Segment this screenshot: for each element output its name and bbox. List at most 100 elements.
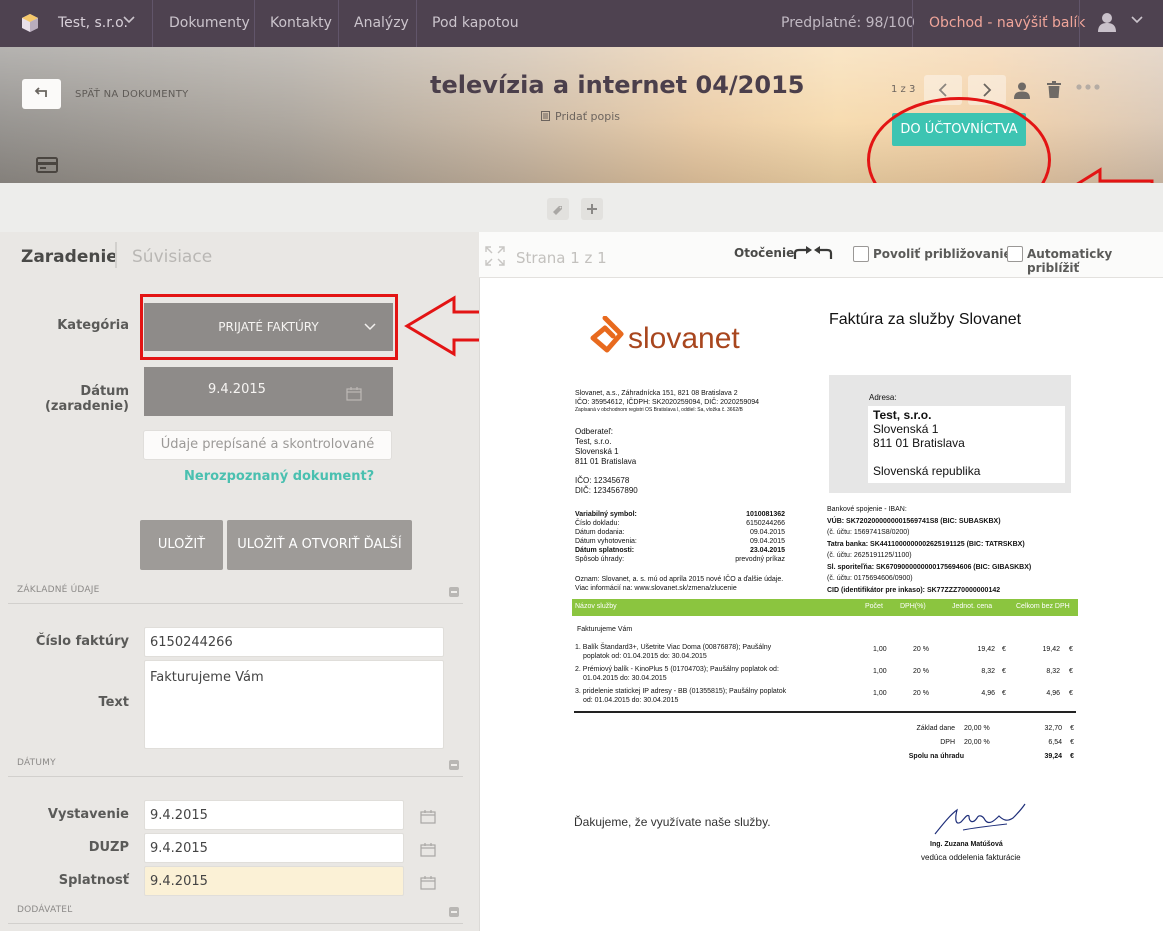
trash-icon[interactable]	[1046, 80, 1062, 99]
date-field[interactable]: 9.4.2015	[144, 367, 393, 416]
meta-value: 23.04.2015	[749, 547, 785, 554]
allow-zoom-label[interactable]: Povoliť približovanie	[873, 247, 1012, 261]
item-currency: €	[1069, 668, 1073, 675]
collapse-icon[interactable]	[449, 587, 459, 597]
customer-line: 811 01 Bratislava	[575, 457, 637, 466]
address-line: Slovenská republika	[873, 464, 981, 478]
section-dates-header[interactable]: DÁTUMY	[8, 755, 463, 777]
total-label: Základ dane	[916, 725, 955, 732]
add-tag-button[interactable]	[581, 198, 603, 220]
fullscreen-icon[interactable]	[485, 246, 505, 266]
back-button[interactable]	[22, 79, 61, 109]
calendar-icon[interactable]	[420, 810, 436, 824]
section-title: DODÁVATEĽ	[17, 905, 73, 915]
item-name: 01.04.2015 do: 30.04.2015	[583, 675, 667, 682]
item-row: 3. pridelenie statickej IP adresy - BB (…	[575, 687, 1075, 705]
invoice-number-input[interactable]: 6150244266	[144, 627, 444, 657]
tab-zaradenie[interactable]: Zaradenie	[21, 247, 118, 267]
meta-value: 6150244266	[746, 520, 785, 527]
item-total: 4,96	[1046, 690, 1060, 697]
meta-value: prevodný príkaz	[735, 556, 785, 563]
item-currency: €	[1002, 668, 1006, 675]
totals-block: Základ dane 20,00 % 32,70 € DPH 20,00 % …	[900, 724, 1076, 766]
top-navigation: Test, s.r.o. Dokumenty Kontakty Analýzy …	[0, 0, 1163, 47]
item-total: 8,32	[1046, 668, 1060, 675]
collapse-icon[interactable]	[449, 760, 459, 770]
item-name: od: 01.04.2015 do: 30.04.2015	[583, 697, 679, 704]
duzp-date-input[interactable]: 9.4.2015	[144, 833, 404, 863]
payment-card-icon[interactable]	[36, 157, 58, 173]
nav-kontakty[interactable]: Kontakty	[270, 15, 332, 31]
customer-ico: IČO: 12345678	[575, 476, 630, 485]
rotation-label: Otočenie	[734, 246, 795, 260]
duzp-label: DUZP	[88, 840, 129, 855]
rotate-left-icon[interactable]	[813, 245, 833, 261]
meta-row: Dátum dodania: 09.04.2015	[575, 528, 785, 537]
column-header: Počet	[865, 603, 883, 610]
issued-date-input[interactable]: 9.4.2015	[144, 800, 404, 830]
item-name: 3. pridelenie statickej IP adresy - BB (…	[575, 688, 787, 695]
nav-divider	[152, 0, 153, 47]
add-description-link[interactable]: Pridať popis	[541, 110, 620, 123]
date-value: 9.4.2015	[208, 382, 266, 397]
save-button[interactable]: ULOŽIŤ	[140, 520, 223, 570]
unrecognized-document-link[interactable]: Nerozpoznaný dokument?	[184, 469, 374, 484]
auto-zoom-label[interactable]: Automaticky priblížiť	[1027, 247, 1163, 275]
assign-person-icon[interactable]	[1013, 81, 1031, 99]
slovanet-logo-text: slovanet	[628, 322, 740, 355]
bank-line: (č. účtu: 1569741S8/0200)	[827, 529, 910, 536]
due-date-label: Splatnosť	[58, 873, 129, 888]
rotate-right-icon[interactable]	[793, 245, 813, 261]
due-date-value: 9.4.2015	[150, 874, 208, 889]
collapse-icon[interactable]	[449, 907, 459, 917]
category-label: Kategória	[57, 318, 129, 333]
total-rate: 20,00 %	[964, 725, 990, 732]
customer-line: Test, s.r.o.	[575, 437, 612, 446]
back-label[interactable]: SPÄŤ NA DOKUMENTY	[75, 89, 189, 100]
items-divider	[574, 711, 1076, 713]
supplier-block: Slovanet, a.s., Záhradnícka 151, 821 08 …	[575, 389, 825, 414]
calendar-icon[interactable]	[420, 876, 436, 890]
tag-strip	[0, 183, 1163, 232]
company-switcher[interactable]: Test, s.r.o.	[58, 15, 128, 31]
due-date-input[interactable]: 9.4.2015	[144, 866, 404, 896]
section-basic-header[interactable]: ZÁKLADNÉ ÚDAJE	[8, 582, 463, 604]
back-arrow-icon	[34, 87, 47, 97]
verified-toggle-button[interactable]: Údaje prepísané a skontrolované	[143, 430, 392, 460]
plus-icon	[587, 204, 597, 214]
nav-pod-kapotou[interactable]: Pod kapotou	[432, 15, 519, 31]
meta-value: 09.04.2015	[749, 529, 785, 536]
text-textarea[interactable]: Fakturujeme Vám	[144, 660, 444, 749]
note-icon	[541, 111, 550, 121]
address-line: Slovenská 1	[873, 422, 939, 436]
bank-line: (č. účtu: 0175694606/0900)	[827, 575, 913, 582]
more-icon[interactable]	[1076, 83, 1100, 91]
bank-line: CID (identifikátor pre inkaso): SK77ZZZ7…	[827, 586, 1001, 594]
total-row: DPH 20,00 % 6,54 €	[900, 738, 1076, 752]
calendar-icon[interactable]	[346, 387, 362, 401]
address-label: Adresa:	[869, 393, 897, 402]
total-value: 39,24	[1044, 753, 1062, 760]
meta-key: Dátum splatnosti:	[575, 547, 635, 554]
chevron-down-icon[interactable]	[1130, 12, 1144, 26]
app-logo-icon[interactable]	[18, 11, 42, 35]
total-row: Spolu na úhradu 39,24 €	[900, 752, 1076, 766]
tag-button[interactable]	[547, 198, 569, 220]
item-name: poplatok od: 01.04.2015 do: 30.04.2015	[583, 653, 707, 660]
chevron-down-icon[interactable]	[122, 12, 136, 26]
document-title[interactable]: televízia a internet 04/2015	[430, 71, 804, 99]
allow-zoom-checkbox[interactable]	[853, 246, 869, 262]
nav-dokumenty[interactable]: Dokumenty	[169, 15, 250, 31]
user-icon[interactable]	[1097, 11, 1117, 33]
section-supplier-header[interactable]: DODÁVATEĽ	[8, 902, 463, 924]
item-qty: 1,00	[873, 668, 887, 675]
tab-suvisiace[interactable]: Súvisiace	[132, 247, 212, 267]
save-and-open-next-button[interactable]: ULOŽIŤ A OTVORIŤ ĎALŠÍ	[227, 520, 412, 570]
address-window: Test, s.r.o. Slovenská 1 811 01 Bratisla…	[868, 406, 1065, 483]
shop-upgrade-link[interactable]: Obchod - navýšiť balík	[929, 15, 1085, 31]
auto-zoom-checkbox[interactable]	[1007, 246, 1023, 262]
nav-analyzy[interactable]: Analýzy	[354, 15, 409, 31]
page-info: Strana 1 z 1	[516, 249, 607, 267]
calendar-icon[interactable]	[420, 843, 436, 857]
bank-line: Tatra banka: SK4411000000002625191125 (B…	[827, 540, 1025, 548]
